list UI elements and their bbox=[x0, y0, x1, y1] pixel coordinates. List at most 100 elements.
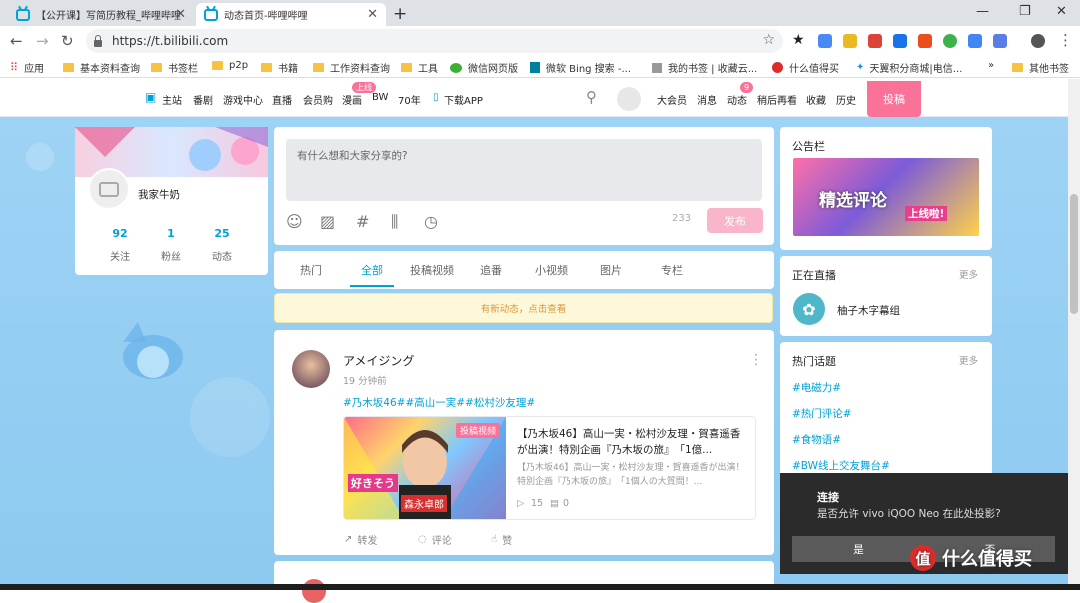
stat-following[interactable]: 92 关注 bbox=[100, 227, 140, 263]
more-options-icon[interactable]: ⋮ bbox=[749, 352, 763, 368]
profile-avatar[interactable] bbox=[88, 168, 130, 210]
post-author-avatar[interactable] bbox=[292, 350, 330, 388]
nav-shop[interactable]: 会员购 bbox=[303, 92, 333, 107]
nav-bw[interactable]: BW bbox=[372, 92, 388, 103]
bookmark-folder[interactable]: p2p bbox=[212, 60, 248, 71]
topics-more-link[interactable]: 更多 bbox=[959, 353, 978, 367]
nav-dynamic[interactable]: 动态 bbox=[727, 92, 747, 107]
announcement-banner[interactable]: 精选评论 上线啦! bbox=[793, 158, 979, 236]
profile-name[interactable]: 我家牛奶 bbox=[138, 187, 180, 202]
tab-articles[interactable]: 专栏 bbox=[661, 262, 683, 278]
new-tab-button[interactable]: + bbox=[393, 4, 407, 24]
bookmark-folder[interactable]: 书签栏 bbox=[151, 60, 198, 75]
browser-tab-course[interactable]: 【公开课】写简历教程_哔哩哔哩 ✕ bbox=[8, 3, 194, 26]
bookmark-smzdm[interactable]: 什么值得买 bbox=[772, 60, 839, 75]
translate-icon[interactable] bbox=[968, 34, 982, 48]
tab-hot[interactable]: 热门 bbox=[300, 262, 322, 278]
comment-button[interactable]: ◌ 评论 bbox=[418, 532, 452, 547]
nav-favorites[interactable]: 收藏 bbox=[806, 92, 826, 107]
minimize-button[interactable]: — bbox=[976, 4, 989, 19]
nav-history[interactable]: 历史 bbox=[836, 92, 856, 107]
search-icon[interactable]: ⚲ bbox=[586, 88, 597, 106]
extension-icon[interactable] bbox=[893, 34, 907, 48]
repost-button[interactable]: ↗ 转发 bbox=[344, 532, 377, 547]
bookmark-bing[interactable]: 微软 Bing 搜索 -... bbox=[530, 60, 631, 75]
tab-short-video[interactable]: 小视频 bbox=[535, 262, 568, 278]
reload-icon[interactable]: ↻ bbox=[61, 32, 74, 50]
nav-70[interactable]: 70年 bbox=[398, 92, 421, 107]
user-avatar[interactable] bbox=[617, 87, 641, 111]
office-icon[interactable] bbox=[918, 34, 932, 48]
tab-videos[interactable]: 投稿视频 bbox=[410, 262, 454, 278]
next-post-avatar[interactable] bbox=[302, 579, 326, 603]
profile-avatar-icon[interactable] bbox=[1031, 34, 1045, 48]
nav-manga[interactable]: 漫画 bbox=[342, 92, 362, 107]
bilibili-home-icon[interactable]: ▣ bbox=[145, 90, 156, 104]
topic-item[interactable]: #BW线上交友舞台# bbox=[792, 458, 890, 473]
extension-icon[interactable] bbox=[818, 34, 832, 48]
publish-button[interactable]: 发布 bbox=[707, 208, 763, 233]
emoji-icon[interactable]: ☺ bbox=[286, 212, 303, 231]
tab-images[interactable]: 图片 bbox=[600, 262, 622, 278]
dialog-yes-button[interactable]: 是 bbox=[792, 536, 925, 562]
bookmark-folder[interactable]: 基本资料查询 bbox=[63, 60, 140, 75]
vote-icon[interactable]: ⫼ bbox=[391, 212, 398, 232]
timer-icon[interactable]: ◷ bbox=[424, 212, 438, 231]
post-author-name[interactable]: アメイジング bbox=[343, 352, 414, 369]
nav-game[interactable]: 游戏中心 bbox=[223, 92, 263, 107]
bookmark-apps[interactable]: ⠿ 应用 bbox=[10, 60, 44, 75]
maximize-button[interactable]: ❐ bbox=[1019, 4, 1031, 19]
nav-vip[interactable]: 大会员 bbox=[657, 92, 687, 107]
new-dynamics-notice[interactable]: 有新动态，点击查看 bbox=[274, 293, 773, 323]
bookmark-other[interactable]: 其他书签 bbox=[1012, 60, 1069, 75]
live-more-link[interactable]: 更多 bbox=[959, 267, 978, 281]
video-thumbnail[interactable]: 投稿视频 好きそう 森永卓郎 bbox=[344, 417, 506, 519]
back-icon[interactable]: ← bbox=[10, 32, 23, 50]
nav-home[interactable]: 主站 bbox=[162, 92, 182, 107]
video-embed[interactable]: 投稿视频 好きそう 森永卓郎 【乃木坂46】高山一実・松村沙友理・賀喜遥香が出演… bbox=[343, 416, 756, 520]
like-button[interactable]: ☝ 赞 bbox=[491, 532, 512, 547]
extension-icon[interactable] bbox=[993, 34, 1007, 48]
bookmark-folder[interactable]: 工作资料查询 bbox=[313, 60, 390, 75]
topic-hash-icon[interactable]: # bbox=[356, 212, 369, 231]
address-bar[interactable]: https://t.bilibili.com ☆ bbox=[86, 29, 783, 53]
topic-item[interactable]: #电磁力# bbox=[792, 380, 841, 395]
video-title[interactable]: 【乃木坂46】高山一実・松村沙友理・賀喜遥香が出演！特別企画『乃木坂の旅』 「1… bbox=[517, 426, 749, 459]
image-icon[interactable]: ▨ bbox=[320, 212, 335, 231]
upload-button[interactable]: 投稿 bbox=[867, 81, 921, 117]
close-tab-icon[interactable]: ✕ bbox=[367, 7, 378, 22]
topic-item[interactable]: #热门评论# bbox=[792, 406, 852, 421]
nav-bangumi[interactable]: 番剧 bbox=[193, 92, 213, 107]
bookmark-mybookmarks[interactable]: 我的书签 | 收藏云... bbox=[652, 60, 757, 75]
composer-input[interactable]: 有什么想和大家分享的? bbox=[286, 139, 762, 201]
topic-item[interactable]: #食物语# bbox=[792, 432, 841, 447]
bookmark-overflow[interactable]: » bbox=[988, 60, 994, 71]
live-channel-icon[interactable]: ✿ bbox=[793, 293, 825, 325]
scrollbar-thumb[interactable] bbox=[1070, 194, 1078, 314]
bookmark-tianyi[interactable]: ✦ 天翼积分商城|电信... bbox=[856, 60, 962, 75]
nav-download-app[interactable]: 下载APP bbox=[444, 92, 483, 107]
forward-icon[interactable]: → bbox=[36, 32, 49, 50]
page-scrollbar[interactable] bbox=[1068, 79, 1080, 590]
stat-fans[interactable]: 1 粉丝 bbox=[151, 227, 191, 263]
nav-watch-later[interactable]: 稍后再看 bbox=[757, 92, 797, 107]
bookmark-wechat[interactable]: 微信网页版 bbox=[450, 60, 518, 75]
bookmark-star-icon[interactable]: ☆ bbox=[762, 32, 775, 48]
close-window-button[interactable]: ✕ bbox=[1056, 4, 1067, 19]
post-tags[interactable]: #乃木坂46##高山一実##松村沙友理# bbox=[343, 395, 535, 410]
tab-all[interactable]: 全部 bbox=[361, 262, 383, 278]
live-channel-name[interactable]: 柚子木字幕组 bbox=[837, 303, 900, 318]
star-filled-icon[interactable]: ★ bbox=[792, 32, 805, 48]
menu-icon[interactable]: ⋮ bbox=[1058, 31, 1073, 49]
browser-tab-dynamic[interactable]: 动态首页-哔哩哔哩 ✕ bbox=[196, 3, 386, 26]
stat-dynamics[interactable]: 25 动态 bbox=[202, 227, 242, 263]
extension-icon[interactable] bbox=[843, 34, 857, 48]
extension-icon[interactable] bbox=[868, 34, 882, 48]
close-tab-icon[interactable]: ✕ bbox=[175, 7, 186, 22]
bookmark-folder[interactable]: 书籍 bbox=[261, 60, 298, 75]
tab-bangumi[interactable]: 追番 bbox=[480, 262, 502, 278]
nav-live[interactable]: 直播 bbox=[272, 92, 292, 107]
bookmark-folder[interactable]: 工具 bbox=[401, 60, 438, 75]
extension-icon[interactable] bbox=[943, 34, 957, 48]
nav-messages[interactable]: 消息 bbox=[697, 92, 717, 107]
